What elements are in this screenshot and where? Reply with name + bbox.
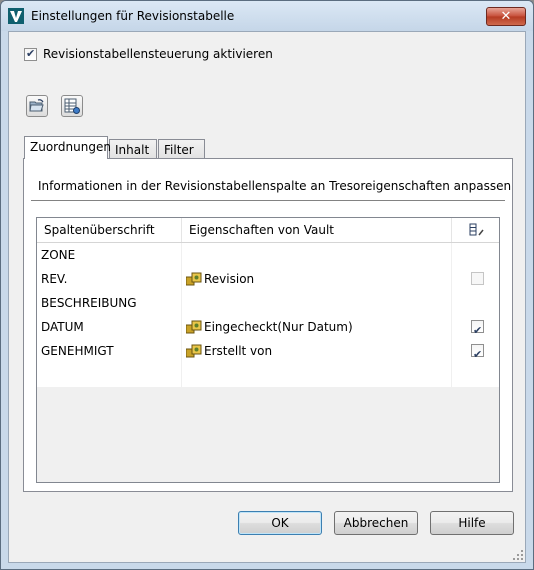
table-row[interactable]: GENEHMIGT Erstellt von: [37, 339, 499, 367]
row-checkbox-cell: [452, 267, 499, 291]
row-property-cell[interactable]: Revision: [182, 267, 452, 291]
table-row[interactable]: BESCHREIBUNG: [37, 291, 499, 316]
row-checkbox-cell: [452, 363, 499, 387]
vault-property-label: Revision: [204, 272, 255, 286]
row-heading-cell: REV.: [37, 267, 182, 291]
column-header-heading[interactable]: Spaltenüberschrift: [37, 218, 182, 242]
column-header-edit[interactable]: [452, 218, 499, 242]
vault-property-icon: [186, 344, 202, 358]
row-checkbox-cell: [452, 243, 499, 267]
row-heading-cell: ZONE: [37, 243, 182, 267]
help-button[interactable]: Hilfe: [430, 511, 514, 535]
row-property-cell[interactable]: [182, 291, 452, 315]
row-heading-cell: GENEHMIGT: [37, 339, 182, 363]
vault-app-icon: [8, 8, 24, 24]
table-settings-icon: [64, 98, 80, 114]
vault-property-icon: [186, 272, 202, 286]
enable-revision-table-label[interactable]: Revisionstabellensteuerung aktivieren: [43, 47, 273, 61]
grid-header: Spaltenüberschrift Eigenschaften von Vau…: [37, 218, 499, 243]
dialog-body: Revisionstabellensteuerung aktivieren Zu…: [8, 31, 526, 563]
table-settings-button[interactable]: [61, 95, 83, 117]
row-property-cell[interactable]: [182, 363, 452, 387]
panel-hint: Informationen in der Revisionstabellensp…: [38, 179, 512, 193]
row-heading-cell: DATUM: [37, 315, 182, 339]
dialog-window: Einstellungen für Revisionstabelle ✕ Rev…: [0, 0, 534, 570]
column-header-property[interactable]: Eigenschaften von Vault: [182, 218, 452, 242]
table-row[interactable]: [37, 363, 499, 388]
row-checkbox-cell: [452, 291, 499, 315]
row-checkbox-cell: [452, 339, 499, 367]
row-property-cell[interactable]: Eingecheckt(Nur Datum): [182, 315, 452, 339]
row-property-cell[interactable]: [182, 243, 452, 267]
row-heading-cell: BESCHREIBUNG: [37, 291, 182, 315]
cancel-button[interactable]: Abbrechen: [334, 511, 418, 535]
resize-grip-icon[interactable]: [513, 550, 523, 560]
open-folder-icon: [29, 99, 44, 112]
table-row[interactable]: ZONE: [37, 243, 499, 268]
row-checkbox-cell: [452, 315, 499, 343]
vault-property-label: Erstellt von: [204, 344, 273, 358]
open-folder-button[interactable]: [26, 95, 48, 117]
tab-zuordnungen[interactable]: Zuordnungen: [24, 136, 111, 159]
tab-filter[interactable]: Filter: [158, 139, 205, 159]
enable-revision-table-checkbox[interactable]: [24, 47, 37, 61]
mapping-grid: Spaltenüberschrift Eigenschaften von Vau…: [36, 217, 500, 483]
row-checkbox: [471, 272, 484, 285]
row-heading-cell: [37, 363, 182, 387]
row-checkbox[interactable]: [471, 343, 484, 367]
tab-inhalt[interactable]: Inhalt: [109, 139, 157, 159]
vault-property-label: Eingecheckt(Nur Datum): [204, 320, 353, 334]
row-checkbox[interactable]: [471, 319, 484, 343]
table-row[interactable]: DATUM Eingecheckt(Nur Datum): [37, 315, 499, 343]
edit-column-icon: [469, 223, 484, 236]
ok-button[interactable]: OK: [238, 511, 322, 535]
tab-panel-zuordnungen: Informationen in der Revisionstabellensp…: [23, 158, 513, 492]
separator: [31, 200, 505, 202]
table-row[interactable]: REV. Revision: [37, 267, 499, 292]
close-button[interactable]: ✕: [486, 7, 526, 26]
vault-property-icon: [186, 320, 202, 334]
row-property-cell[interactable]: Erstellt von: [182, 339, 452, 363]
window-title: Einstellungen für Revisionstabelle: [31, 9, 235, 23]
title-bar[interactable]: Einstellungen für Revisionstabelle ✕: [1, 1, 533, 31]
